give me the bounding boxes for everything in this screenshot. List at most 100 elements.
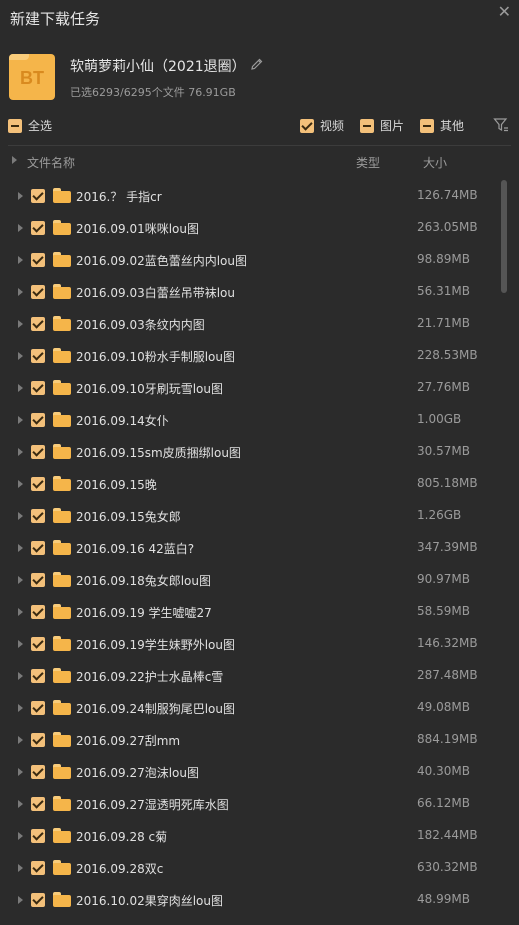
file-row[interactable]: 2016.09.27泡沫lou图 40.30MB	[0, 756, 500, 788]
file-checkbox[interactable]	[31, 445, 45, 459]
file-row[interactable]: 2016.09.03白蕾丝吊带袜lou 56.31MB	[0, 276, 500, 308]
collapse-all-icon[interactable]	[12, 156, 17, 164]
file-row[interactable]: 2016.09.15兔女郎 1.26GB	[0, 500, 500, 532]
file-row[interactable]: 2016.09.10粉水手制服lou图 228.53MB	[0, 340, 500, 372]
file-row[interactable]: 2016.09.10牙刷玩雪lou图 27.76MB	[0, 372, 500, 404]
expand-arrow-icon[interactable]	[18, 512, 23, 520]
file-row[interactable]: 2016.09.01咪咪lou图 263.05MB	[0, 212, 500, 244]
column-name[interactable]: 文件名称	[27, 154, 75, 171]
expand-arrow-icon[interactable]	[18, 448, 23, 456]
filter-other[interactable]: 其他	[420, 117, 464, 134]
file-checkbox[interactable]	[31, 541, 45, 555]
file-size: 90.97MB	[417, 572, 470, 586]
expand-arrow-icon[interactable]	[18, 416, 23, 424]
expand-arrow-icon[interactable]	[18, 320, 23, 328]
select-all-toggle[interactable]: 全选	[8, 117, 52, 134]
expand-arrow-icon[interactable]	[18, 608, 23, 616]
file-row[interactable]: 2016.09.22护士水晶棒c雪 287.48MB	[0, 660, 500, 692]
file-size: 146.32MB	[417, 636, 478, 650]
file-checkbox[interactable]	[31, 573, 45, 587]
file-checkbox[interactable]	[31, 413, 45, 427]
edit-icon[interactable]	[250, 57, 264, 71]
scrollbar-thumb[interactable]	[501, 180, 507, 293]
filter-image[interactable]: 图片	[360, 117, 404, 134]
expand-arrow-icon[interactable]	[18, 832, 23, 840]
select-all-checkbox[interactable]	[8, 118, 22, 133]
file-row[interactable]: 2016.09.15晚 805.18MB	[0, 468, 500, 500]
folder-icon	[53, 508, 71, 523]
expand-arrow-icon[interactable]	[18, 544, 23, 552]
file-checkbox[interactable]	[31, 797, 45, 811]
expand-arrow-icon[interactable]	[18, 896, 23, 904]
folder-icon	[53, 540, 71, 555]
file-size: 126.74MB	[417, 188, 478, 202]
file-checkbox[interactable]	[31, 893, 45, 907]
file-checkbox[interactable]	[31, 349, 45, 363]
expand-arrow-icon[interactable]	[18, 192, 23, 200]
expand-arrow-icon[interactable]	[18, 672, 23, 680]
file-row[interactable]: 2016.09.03条纹内内图 21.71MB	[0, 308, 500, 340]
close-icon[interactable]: ✕	[498, 2, 511, 21]
file-checkbox[interactable]	[31, 829, 45, 843]
file-checkbox[interactable]	[31, 701, 45, 715]
other-checkbox[interactable]	[420, 118, 434, 133]
expand-arrow-icon[interactable]	[18, 384, 23, 392]
file-row[interactable]: 2016.09.28双c 630.32MB	[0, 852, 500, 884]
file-name: 2016.09.02蓝色蕾丝内内lou图	[76, 254, 247, 268]
column-type[interactable]: 类型	[356, 154, 380, 171]
expand-arrow-icon[interactable]	[18, 640, 23, 648]
file-checkbox[interactable]	[31, 477, 45, 491]
video-checkbox[interactable]	[300, 118, 314, 133]
file-checkbox[interactable]	[31, 381, 45, 395]
file-name: 2016.09.27泡沫lou图	[76, 766, 199, 780]
bt-badge-text: BT	[20, 68, 44, 88]
file-row[interactable]: 2016.09.24制服狗尾巴lou图 49.08MB	[0, 692, 500, 724]
file-row[interactable]: 2016.？ 手指cr 126.74MB	[0, 180, 500, 212]
file-checkbox[interactable]	[31, 637, 45, 651]
file-row[interactable]: 2016.09.19学生妹野外lou图 146.32MB	[0, 628, 500, 660]
file-row[interactable]: 2016.09.14女仆 1.00GB	[0, 404, 500, 436]
expand-arrow-icon[interactable]	[18, 352, 23, 360]
expand-arrow-icon[interactable]	[18, 704, 23, 712]
file-row[interactable]: 2016.09.02蓝色蕾丝内内lou图 98.89MB	[0, 244, 500, 276]
filter-funnel-icon[interactable]	[493, 117, 509, 133]
file-row[interactable]: 2016.09.19 学生嘘嘘27 58.59MB	[0, 596, 500, 628]
file-name: 2016.09.27刮mm	[76, 734, 181, 748]
file-checkbox[interactable]	[31, 733, 45, 747]
file-checkbox[interactable]	[31, 861, 45, 875]
file-checkbox[interactable]	[31, 605, 45, 619]
expand-arrow-icon[interactable]	[18, 480, 23, 488]
file-checkbox[interactable]	[31, 765, 45, 779]
file-row[interactable]: 2016.09.15sm皮质捆绑lou图 30.57MB	[0, 436, 500, 468]
file-row[interactable]: 2016.09.27刮mm 884.19MB	[0, 724, 500, 756]
folder-icon	[53, 380, 71, 395]
expand-arrow-icon[interactable]	[18, 288, 23, 296]
expand-arrow-icon[interactable]	[18, 768, 23, 776]
folder-icon	[53, 476, 71, 491]
file-checkbox[interactable]	[31, 221, 45, 235]
expand-arrow-icon[interactable]	[18, 576, 23, 584]
expand-arrow-icon[interactable]	[18, 224, 23, 232]
file-checkbox[interactable]	[31, 509, 45, 523]
file-checkbox[interactable]	[31, 189, 45, 203]
file-size: 98.89MB	[417, 252, 470, 266]
image-checkbox[interactable]	[360, 118, 374, 133]
expand-arrow-icon[interactable]	[18, 256, 23, 264]
scrollbar-track[interactable]	[501, 180, 507, 920]
expand-arrow-icon[interactable]	[18, 800, 23, 808]
file-checkbox[interactable]	[31, 669, 45, 683]
file-checkbox[interactable]	[31, 317, 45, 331]
file-size: 49.08MB	[417, 700, 470, 714]
file-row[interactable]: 2016.09.28 c菊 182.44MB	[0, 820, 500, 852]
file-row[interactable]: 2016.09.18兔女郎lou图 90.97MB	[0, 564, 500, 596]
file-checkbox[interactable]	[31, 253, 45, 267]
expand-arrow-icon[interactable]	[18, 736, 23, 744]
folder-icon	[53, 828, 71, 843]
file-row[interactable]: 2016.09.16 42蓝白? 347.39MB	[0, 532, 500, 564]
column-size[interactable]: 大小	[423, 154, 447, 171]
filter-video[interactable]: 视频	[300, 117, 344, 134]
expand-arrow-icon[interactable]	[18, 864, 23, 872]
file-row[interactable]: 2016.10.02果穿肉丝lou图 48.99MB	[0, 884, 500, 916]
file-row[interactable]: 2016.09.27湿透明死库水图 66.12MB	[0, 788, 500, 820]
file-checkbox[interactable]	[31, 285, 45, 299]
